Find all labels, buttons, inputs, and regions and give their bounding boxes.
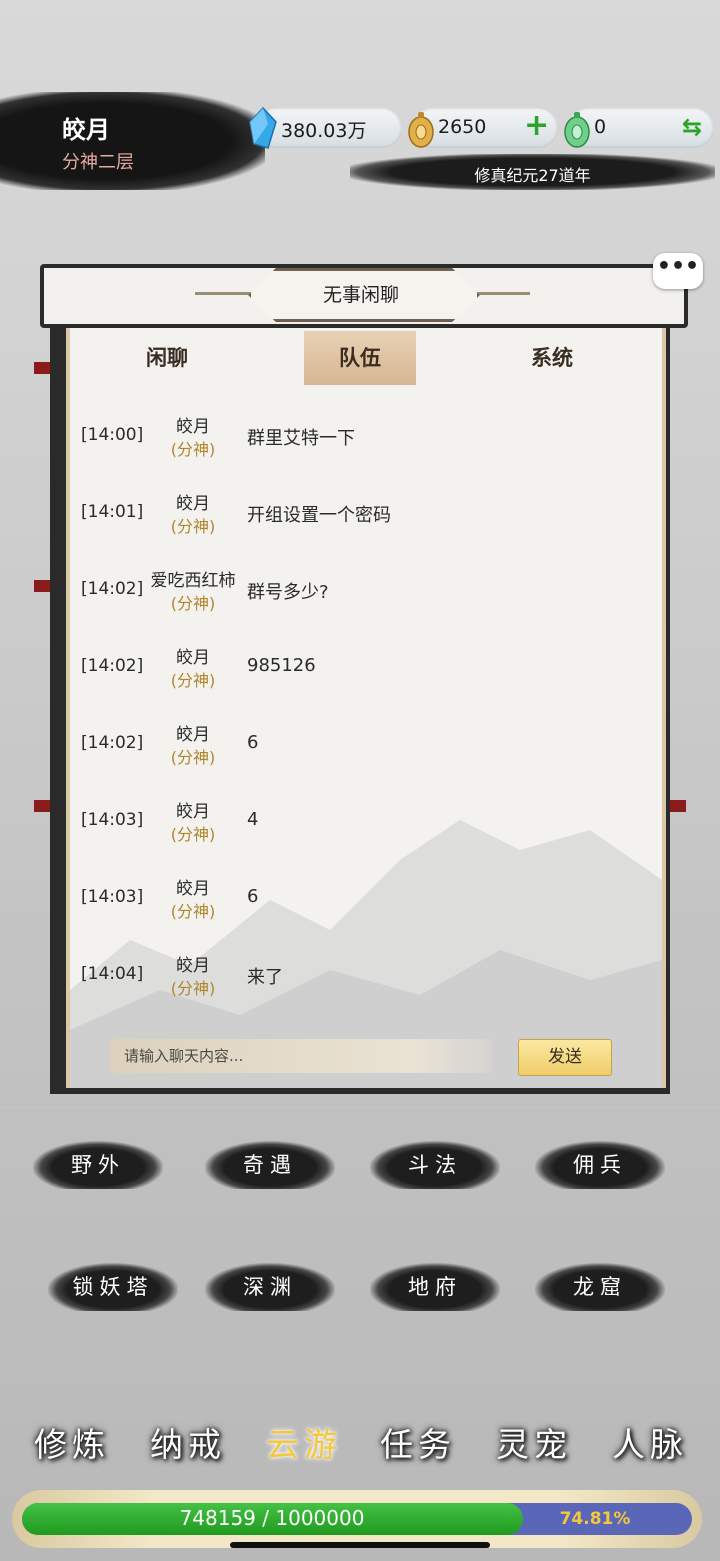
send-button[interactable]: 发送 [518, 1039, 612, 1076]
section-divider [0, 1104, 720, 1105]
player-name: 皎月 [62, 116, 110, 144]
message-sender-rank: (分神) [170, 440, 216, 459]
gold-coin-icon [408, 112, 434, 148]
chat-title: 无事闲聊 [322, 284, 399, 306]
location-button-mercenary[interactable]: 佣兵 [535, 1141, 665, 1189]
message-time: [14:00] [81, 425, 144, 445]
player-banner [0, 92, 265, 190]
tab-system[interactable]: 系统 [496, 331, 608, 385]
message-text: 985126 [247, 655, 316, 676]
message-sender[interactable]: 皎月 [142, 951, 244, 976]
player-rank: 分神二层 [62, 152, 134, 173]
message-text: 4 [247, 809, 259, 830]
message-time: [14:03] [81, 887, 144, 907]
message-time: [14:04] [81, 964, 144, 984]
nav-travel[interactable]: 云游 [254, 1418, 354, 1466]
section-divider [0, 1340, 720, 1341]
location-button-underworld[interactable]: 地府 [370, 1263, 500, 1311]
message-text: 6 [247, 886, 259, 907]
message-sender-rank: (分神) [170, 671, 216, 690]
gold-coin-value: 2650 [438, 116, 487, 138]
tab-team[interactable]: 队伍 [304, 331, 416, 385]
location-button-wild[interactable]: 野外 [33, 1141, 163, 1189]
message-sender[interactable]: 皎月 [142, 412, 244, 437]
side-tab [34, 580, 50, 592]
location-button-abyss[interactable]: 深渊 [205, 1263, 335, 1311]
exchange-button[interactable]: ⇆ [682, 113, 702, 141]
message-time: [14:02] [81, 579, 144, 599]
side-tab [34, 362, 50, 374]
exp-percent: 74.81% [559, 1509, 631, 1529]
message-text: 群里艾特一下 [247, 428, 355, 449]
location-button-dragon-lair[interactable]: 龙窟 [535, 1263, 665, 1311]
message-text: 群号多少? [247, 582, 329, 603]
message-text: 开组设置一个密码 [247, 505, 391, 526]
add-gold-button[interactable]: + [524, 111, 549, 141]
message-sender-rank: (分神) [170, 517, 216, 536]
nav-quests[interactable]: 任务 [368, 1418, 468, 1466]
message-time: [14:01] [81, 502, 144, 522]
message-sender[interactable]: 皎月 [142, 489, 244, 514]
message-sender-rank: (分神) [170, 902, 216, 921]
message-time: [14:02] [81, 733, 144, 753]
side-tab [670, 800, 686, 812]
nav-contacts[interactable]: 人脉 [600, 1418, 700, 1466]
message-sender[interactable]: 皎月 [142, 643, 244, 668]
location-button-adventure[interactable]: 奇遇 [205, 1141, 335, 1189]
message-text: 来了 [247, 967, 283, 988]
nav-storage-ring[interactable]: 纳戒 [138, 1418, 238, 1466]
message-sender-rank: (分神) [170, 979, 216, 998]
nav-pets[interactable]: 灵宠 [484, 1418, 584, 1466]
side-tab [34, 800, 50, 812]
nav-cultivate[interactable]: 修炼 [22, 1418, 122, 1466]
tab-chat[interactable]: 闲聊 [111, 331, 223, 385]
message-time: [14:02] [81, 656, 144, 676]
location-button-duel[interactable]: 斗法 [370, 1141, 500, 1189]
spirit-crystal-value: 380.03万 [281, 120, 367, 142]
jade-coin-icon [564, 112, 590, 148]
message-text: 6 [247, 732, 259, 753]
message-sender[interactable]: 皎月 [142, 720, 244, 745]
message-sender[interactable]: 皎月 [142, 797, 244, 822]
spirit-crystal-icon [249, 106, 277, 149]
era-text: 修真纪元27道年 [474, 166, 591, 185]
chat-input[interactable] [110, 1039, 492, 1073]
message-sender[interactable]: 爱吃西红柿 [142, 566, 244, 591]
location-button-demon-tower[interactable]: 锁妖塔 [48, 1263, 178, 1311]
message-sender-rank: (分神) [170, 748, 216, 767]
more-options-button[interactable]: ••• [653, 253, 703, 289]
message-sender[interactable]: 皎月 [142, 874, 244, 899]
exp-value: 748159 / 1000000 [179, 1506, 365, 1530]
message-time: [14:03] [81, 810, 144, 830]
message-sender-rank: (分神) [170, 825, 216, 844]
home-indicator[interactable] [230, 1542, 490, 1548]
message-sender-rank: (分神) [170, 594, 216, 613]
jade-coin-value: 0 [594, 116, 607, 138]
